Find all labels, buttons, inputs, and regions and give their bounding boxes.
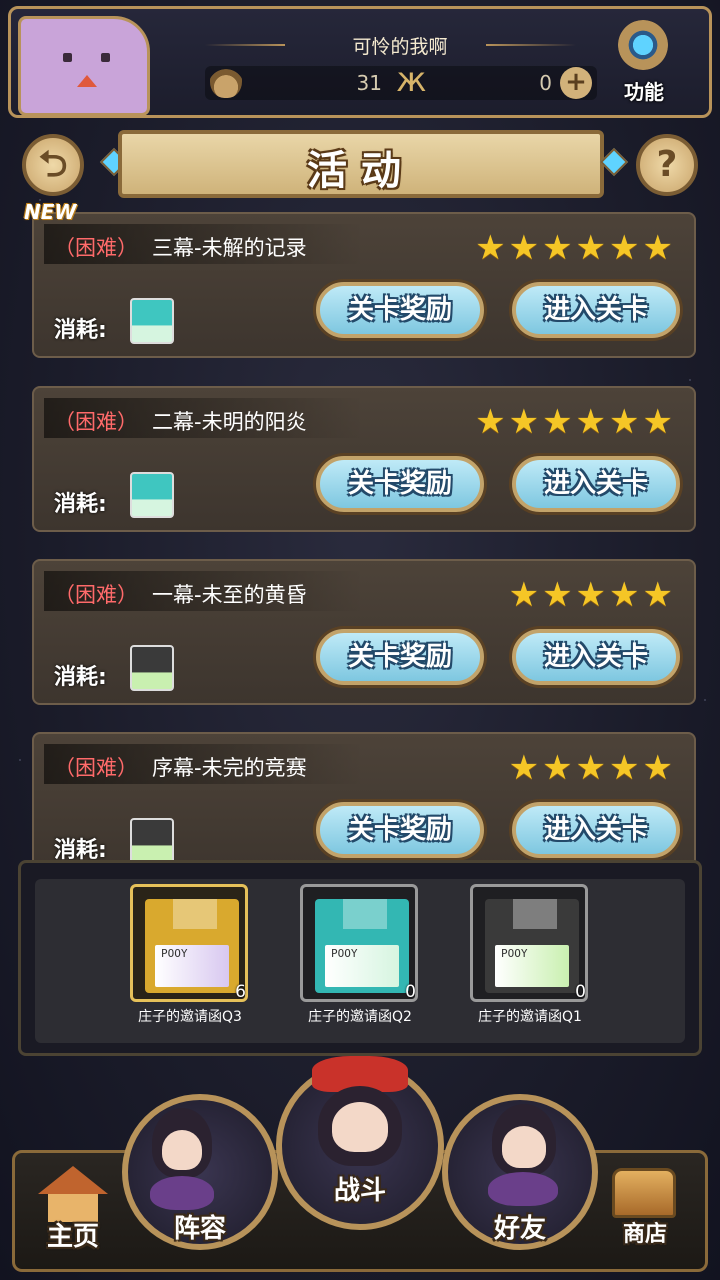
back-button[interactable]: ⮌ — [22, 134, 84, 196]
inventory-item-q1[interactable]: POOY 0 庄子的邀请函Q1 — [470, 884, 630, 1034]
treasure-chest-icon — [612, 1168, 676, 1218]
floppy-disk-icon — [130, 645, 174, 691]
item-count: 0 — [575, 982, 586, 1002]
nav-home[interactable]: 主页 — [38, 1216, 108, 1253]
floppy-disk-icon — [130, 298, 174, 344]
avatar-mouth — [77, 75, 97, 87]
nav-battle[interactable]: 战斗 — [300, 1170, 420, 1207]
stage-name: 二幕-未明的阳炎 — [152, 410, 307, 434]
nav-home-label: 主页 — [46, 1222, 99, 1252]
function-label: 功能 — [624, 80, 664, 104]
resource-2-value: 0 — [539, 71, 552, 95]
friends-character-face — [502, 1126, 546, 1168]
enter-stage-button[interactable]: 进入关卡 — [512, 456, 680, 512]
stage-stars: ★★★★★ — [508, 748, 676, 788]
inventory-item-q3[interactable]: POOY 6 庄子的邀请函Q3 — [130, 884, 290, 1034]
stage-stars: ★★★★★★ — [475, 402, 676, 442]
stage-difficulty: （困难） — [54, 756, 138, 780]
item-name: 庄子的邀请函Q3 — [138, 1009, 242, 1025]
team-character-face — [162, 1130, 202, 1170]
floppy-disk-icon: POOY — [315, 899, 409, 993]
function-button[interactable]: 功能 — [612, 20, 676, 108]
stage-name: 序幕-未完的竞赛 — [152, 756, 307, 780]
item-count: 0 — [405, 982, 416, 1002]
stage-difficulty: （困难） — [54, 236, 138, 260]
cost-label: 消耗: — [54, 318, 107, 343]
floppy-disk-icon — [130, 818, 174, 864]
enter-stage-button[interactable]: 进入关卡 — [512, 282, 680, 338]
inventory-item-q2[interactable]: POOY 0 庄子的邀请函Q2 — [300, 884, 460, 1034]
nav-team[interactable]: 阵容 — [140, 1208, 260, 1245]
enter-stage-button[interactable]: 进入关卡 — [512, 629, 680, 685]
butterfly-icon: ж — [396, 60, 427, 100]
add-resource-button[interactable]: + — [560, 67, 592, 99]
stage-name: 三幕-未解的记录 — [152, 236, 307, 260]
page-title: 活动 — [307, 148, 415, 194]
stage-card-4: （困难） 序幕-未完的竞赛 ★★★★★ 消耗: 关卡奖励 进入关卡 — [32, 732, 696, 878]
avatar[interactable] — [18, 16, 150, 116]
stage-stars: ★★★★★★ — [475, 228, 676, 268]
stage-card-2: （困难） 二幕-未明的阳炎 ★★★★★★ 消耗: 关卡奖励 进入关卡 — [32, 386, 696, 532]
cost-label: 消耗: — [54, 492, 107, 517]
nav-battle-label: 战斗 — [333, 1176, 386, 1206]
stage-reward-button[interactable]: 关卡奖励 — [316, 282, 484, 338]
item-name: 庄子的邀请函Q1 — [478, 1009, 582, 1025]
stage-card-3: （困难） 一幕-未至的黄昏 ★★★★★ 消耗: 关卡奖励 进入关卡 — [32, 559, 696, 705]
battle-character-face — [332, 1102, 388, 1152]
nav-friends[interactable]: 好友 — [460, 1208, 580, 1245]
stage-card-1: （困难） 三幕-未解的记录 ★★★★★★ 消耗: 关卡奖励 进入关卡 — [32, 212, 696, 358]
house-icon — [38, 1166, 108, 1222]
floppy-disk-icon — [130, 472, 174, 518]
nav-team-label: 阵容 — [173, 1214, 226, 1244]
floppy-disk-icon: POOY — [485, 899, 579, 993]
stage-stars: ★★★★★ — [508, 575, 676, 615]
nav-shop-label: 商店 — [622, 1222, 667, 1247]
avatar-eye-right — [101, 53, 110, 62]
help-button[interactable]: ? — [636, 134, 698, 196]
stage-reward-button[interactable]: 关卡奖励 — [316, 629, 484, 685]
gear-icon — [618, 20, 668, 70]
stage-reward-button[interactable]: 关卡奖励 — [316, 456, 484, 512]
cost-label: 消耗: — [54, 665, 107, 690]
stage-difficulty: （困难） — [54, 410, 138, 434]
stage-difficulty: （困难） — [54, 583, 138, 607]
resource-1-value: 31 — [356, 71, 382, 95]
nav-shop[interactable]: 商店 — [610, 1216, 680, 1248]
stage-reward-button[interactable]: 关卡奖励 — [316, 802, 484, 858]
item-name: 庄子的邀请函Q2 — [308, 1009, 412, 1025]
avatar-eye-left — [63, 53, 72, 62]
floppy-disk-icon: POOY — [145, 899, 239, 993]
enter-stage-button[interactable]: 进入关卡 — [512, 802, 680, 858]
back-arrow-icon: ⮌ — [38, 144, 68, 185]
plus-icon: + — [565, 67, 587, 97]
new-badge: NEW — [24, 200, 77, 224]
flame-icon — [210, 62, 242, 98]
friends-character-outfit — [488, 1172, 558, 1206]
help-icon: ? — [656, 144, 678, 185]
diamond-ornament-right — [599, 147, 629, 177]
player-name: 可怜的我啊 — [352, 36, 448, 58]
stage-name: 一幕-未至的黄昏 — [152, 583, 307, 607]
team-character-outfit — [150, 1176, 214, 1210]
item-count: 6 — [235, 982, 246, 1002]
nav-friends-label: 好友 — [493, 1214, 546, 1244]
